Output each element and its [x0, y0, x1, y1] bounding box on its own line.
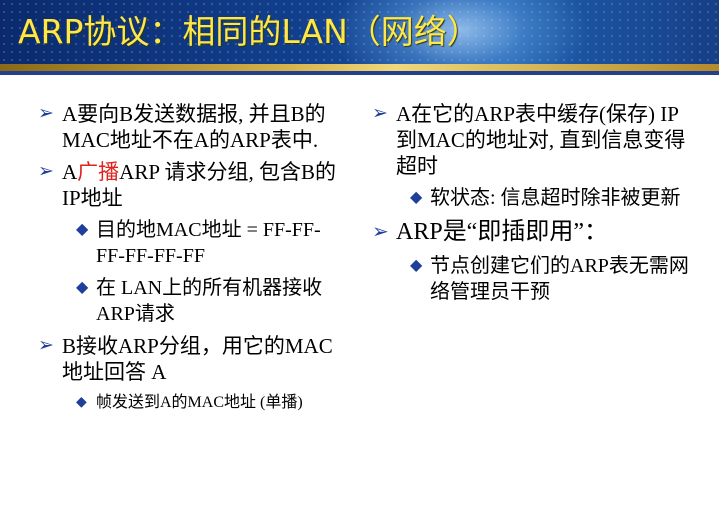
- diamond-bullet-icon: ◆: [76, 395, 87, 410]
- bullet-text: B接收ARP分组，用它的MAC地址回答 A: [62, 334, 333, 384]
- arrow-bullet-icon: ➢: [38, 161, 54, 182]
- arrow-bullet-icon: ➢: [372, 103, 388, 124]
- bullet-plug-and-play: ➢ ARP是“即插即用”：: [372, 217, 692, 247]
- sub-bullet-text: 目的地MAC地址 = FF-FF-FF-FF-FF-FF: [96, 219, 321, 267]
- sub-bullet-unicast: ◆ 帧发送到A的MAC地址 (单播): [38, 391, 338, 415]
- sub-bullet-all-receive: ◆ 在 LAN上的所有机器接收ARP请求: [38, 275, 338, 327]
- bullet-prefix: A: [62, 160, 78, 184]
- bullet-text: ARP是“即插即用”：: [396, 219, 608, 245]
- diamond-bullet-icon: ◆: [410, 189, 423, 206]
- sub-bullet-soft-state: ◆ 软状态: 信息超时除非被更新: [372, 185, 692, 211]
- left-column: ➢ A要向B发送数据报, 并且B的MAC地址不在A的ARP表中. ➢ A广播AR…: [38, 101, 338, 421]
- bullet-arp-cache: ➢ A在它的ARP表中缓存(保存) IP到MAC的地址对, 直到信息变得超时: [372, 101, 692, 179]
- bullet-text: A要向B发送数据报, 并且B的MAC地址不在A的ARP表中.: [62, 102, 326, 152]
- title-banner: ARP协议：相同的LAN（网络）: [0, 0, 719, 64]
- sub-bullet-text: 在 LAN上的所有机器接收ARP请求: [96, 277, 323, 325]
- diamond-bullet-icon: ◆: [76, 221, 89, 238]
- arrow-bullet-icon: ➢: [372, 221, 389, 243]
- bullet-arp-need: ➢ A要向B发送数据报, 并且B的MAC地址不在A的ARP表中.: [38, 101, 338, 153]
- diamond-bullet-icon: ◆: [76, 279, 89, 296]
- slide: ARP协议：相同的LAN（网络） ➢ A要向B发送数据报, 并且B的MAC地址不…: [0, 0, 719, 511]
- bullet-arp-broadcast: ➢ A广播ARP 请求分组, 包含B的IP地址: [38, 159, 338, 211]
- bullet-text: A在它的ARP表中缓存(保存) IP到MAC的地址对, 直到信息变得超时: [396, 102, 686, 178]
- arrow-bullet-icon: ➢: [38, 335, 54, 356]
- sub-bullet-text: 节点创建它们的ARP表无需网络管理员干预: [430, 255, 689, 303]
- right-column: ➢ A在它的ARP表中缓存(保存) IP到MAC的地址对, 直到信息变得超时 ◆…: [372, 101, 692, 311]
- diamond-bullet-icon: ◆: [410, 257, 423, 274]
- slide-title: ARP协议：相同的LAN（网络）: [18, 12, 480, 51]
- bullet-b-replies: ➢ B接收ARP分组，用它的MAC地址回答 A: [38, 333, 338, 385]
- gold-divider: [0, 64, 719, 71]
- arrow-bullet-icon: ➢: [38, 103, 54, 124]
- sub-bullet-text: 软状态: 信息超时除非被更新: [430, 187, 681, 209]
- sub-bullet-dest-mac: ◆ 目的地MAC地址 = FF-FF-FF-FF-FF-FF: [38, 217, 338, 269]
- sub-bullet-text: 帧发送到A的MAC地址 (单播): [96, 394, 303, 411]
- broadcast-highlight: 广播: [77, 160, 120, 184]
- sub-bullet-no-admin: ◆ 节点创建它们的ARP表无需网络管理员干预: [372, 253, 692, 305]
- blue-divider: [0, 71, 719, 75]
